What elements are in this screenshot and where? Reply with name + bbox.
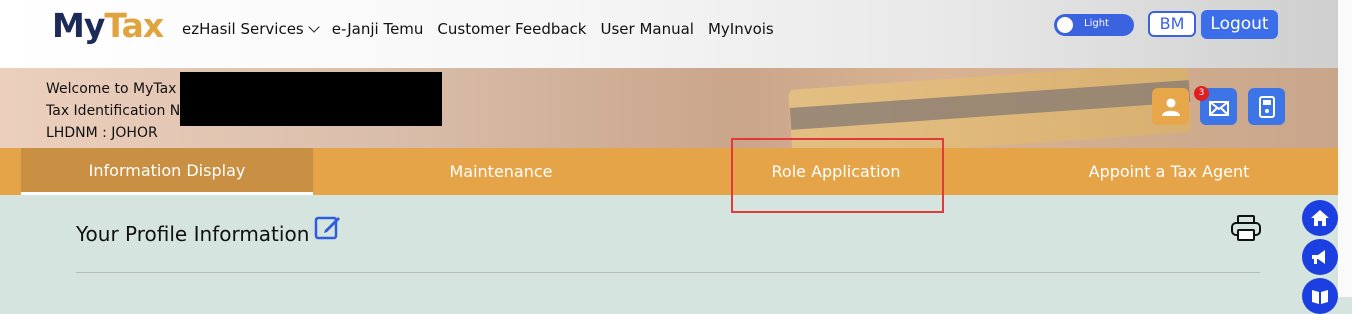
nav-user-manual[interactable]: User Manual [600,20,693,38]
megaphone-icon [1312,250,1325,264]
redacted-block [180,72,442,126]
logout-button[interactable]: Logout [1201,10,1278,39]
tab-information-display[interactable]: Information Display [21,148,313,195]
nav-myinvois[interactable]: MyInvois [708,20,774,38]
toggle-knob [1057,17,1073,33]
profile-button[interactable] [1152,88,1189,125]
mail-icon [1208,100,1229,116]
home-icon [1311,210,1329,226]
tax-calculator-button[interactable] [1248,88,1285,125]
chevron-down-icon [308,21,320,33]
welcome-info: Welcome to MyTax Tax Identification N LH… [46,78,180,144]
tab-maintenance[interactable]: Maintenance [313,148,689,195]
edit-icon [314,216,340,240]
edit-profile-button[interactable] [314,213,342,245]
page-title: Your Profile Information [76,222,310,246]
theme-toggle[interactable]: Light [1054,14,1134,36]
welcome-banner: Welcome to MyTax Tax Identification N LH… [0,68,1338,148]
divider [76,272,1260,273]
tab-bar: Information Display Maintenance Role App… [0,148,1338,195]
lhdnm-branch: LHDNM : JOHOR [46,125,158,141]
nav-customer-feedback[interactable]: Customer Feedback [437,20,586,38]
notifications-button[interactable]: 3 [1194,86,1237,125]
main-nav: ezHasil Services e-Janji Temu Customer F… [182,20,774,38]
user-icon [1161,98,1180,116]
language-button[interactable]: BM [1148,11,1196,37]
print-button[interactable] [1230,214,1262,246]
announcement-button[interactable] [1302,239,1338,275]
scrollbar[interactable] [1338,0,1352,297]
mytax-logo[interactable]: MyTax [52,6,164,45]
highlight-box [731,138,944,213]
top-navbar: MyTax ezHasil Services e-Janji Temu Cust… [0,0,1338,68]
tab-appoint-tax-agent[interactable]: Appoint a Tax Agent [1000,148,1338,195]
theme-toggle-label: Light [1084,18,1109,29]
nav-ezhasil-services[interactable]: ezHasil Services [182,20,320,38]
nav-e-janji-temu[interactable]: e-Janji Temu [332,20,424,38]
welcome-text: Welcome to MyTax [46,81,177,97]
notification-badge: 3 [1194,86,1209,101]
printer-icon [1231,215,1261,241]
book-icon [1312,290,1328,304]
manual-button[interactable] [1302,278,1338,314]
tin-text: Tax Identification N [46,103,181,119]
tax-calculator-icon [1258,95,1275,118]
home-button[interactable] [1302,200,1338,236]
